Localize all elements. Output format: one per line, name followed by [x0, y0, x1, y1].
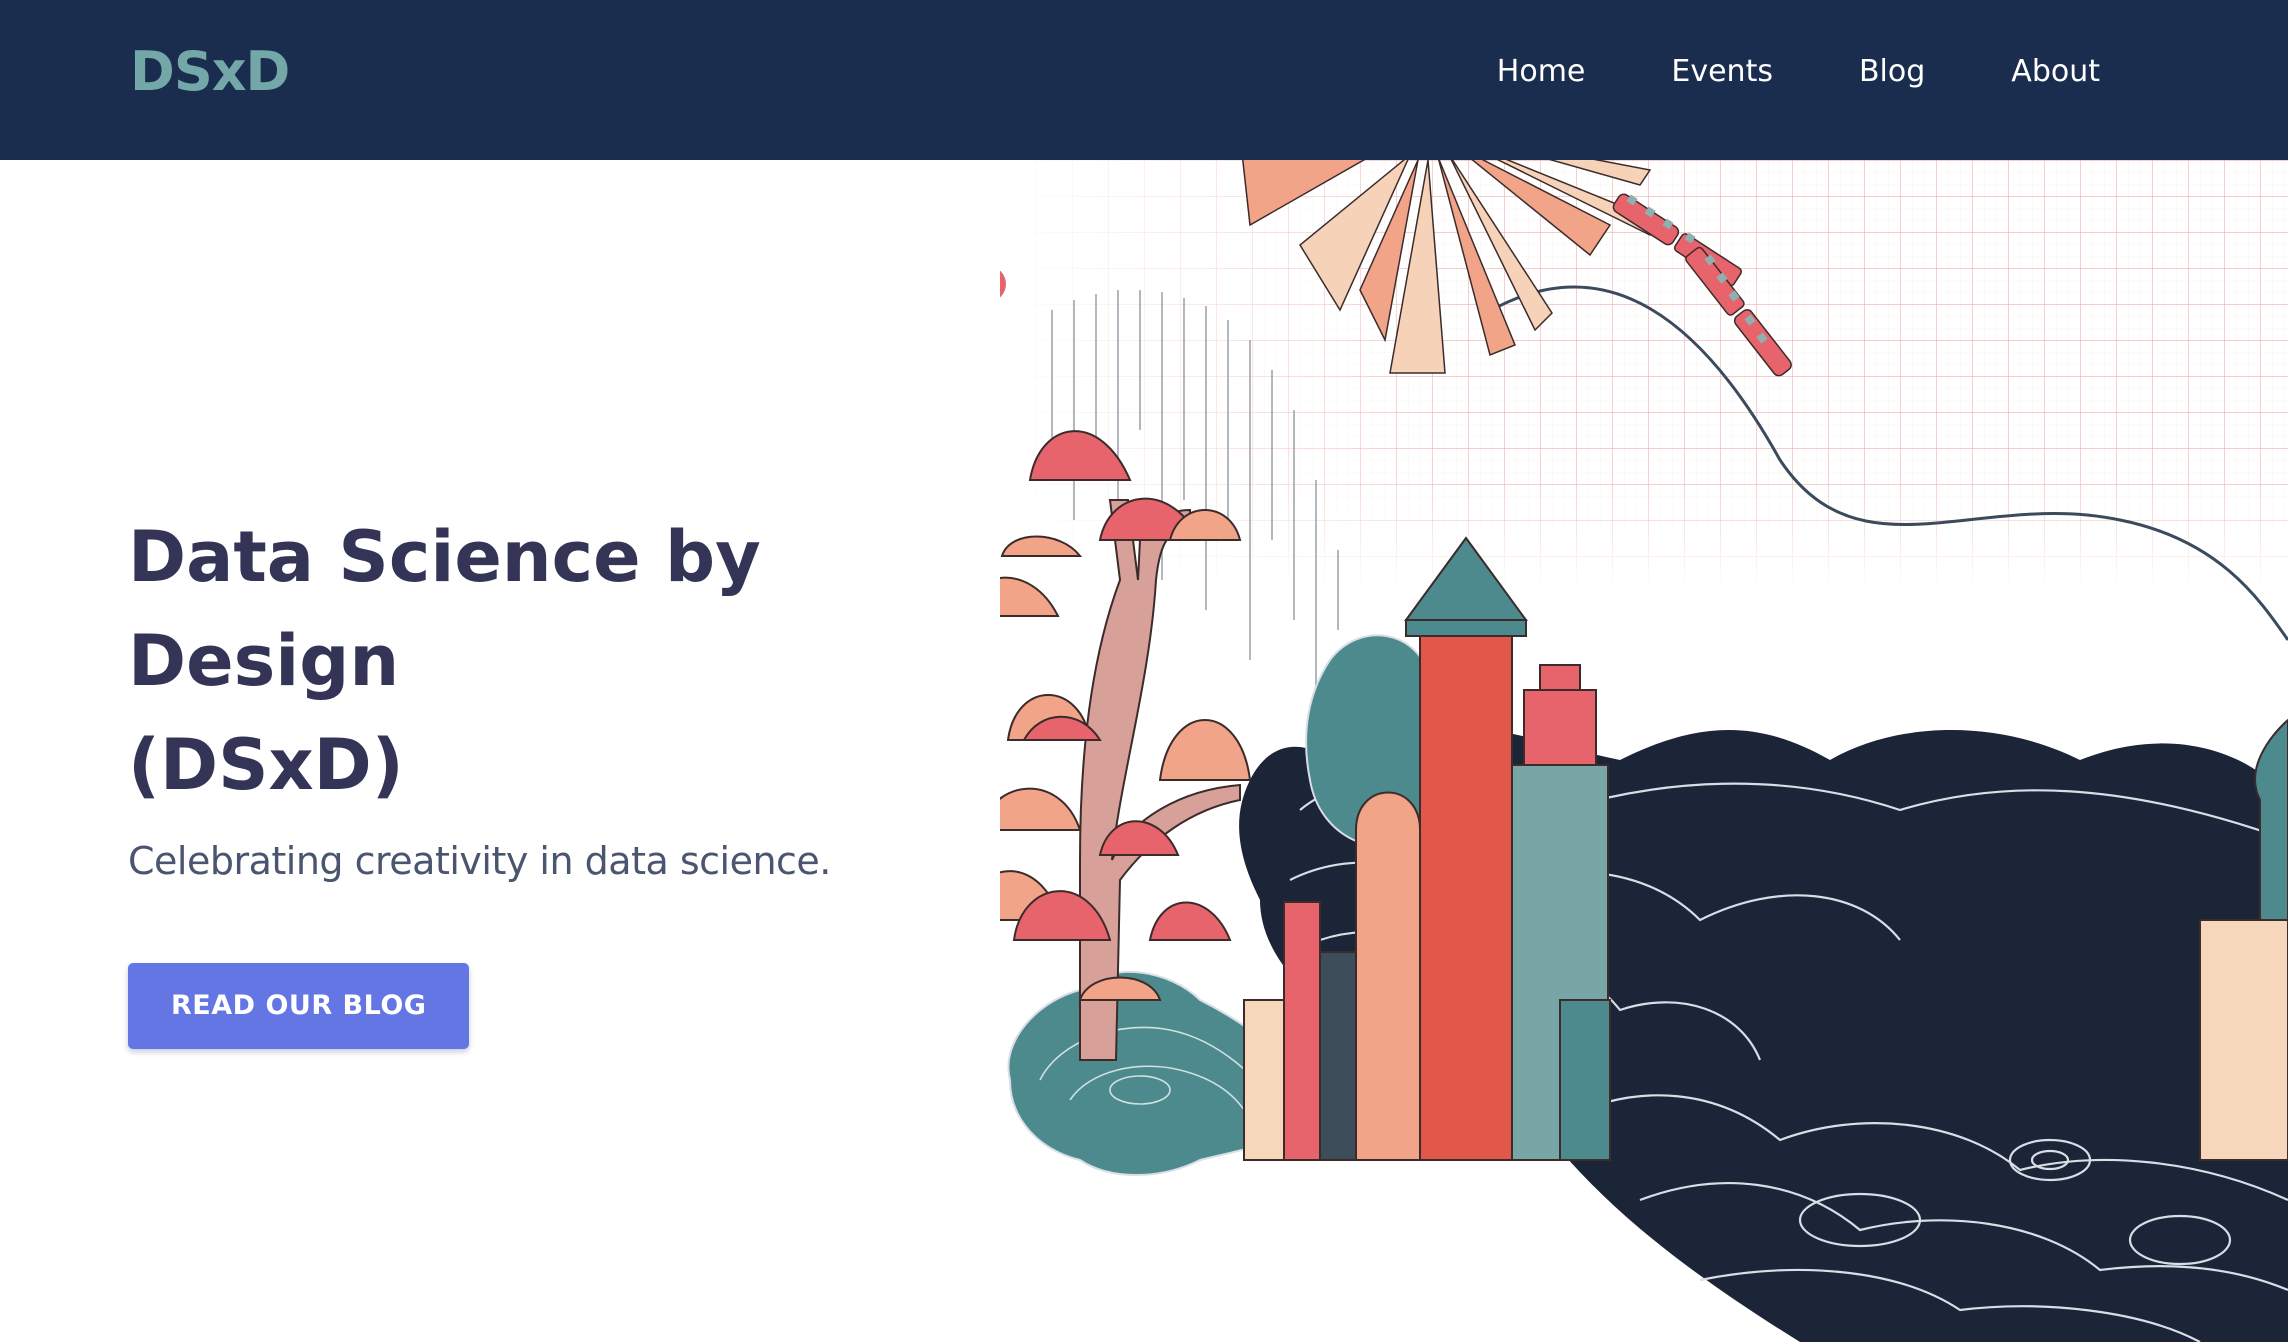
nav-about[interactable]: About [2011, 54, 2100, 89]
page-title: Data Science by Design (DSxD) [128, 505, 1028, 817]
nav-blog[interactable]: Blog [1859, 54, 1925, 89]
nav-home[interactable]: Home [1497, 54, 1586, 89]
hero-illustration [1000, 160, 2288, 1342]
main-nav: Home Events Blog About [1411, 54, 2100, 89]
logo[interactable]: DSxD [130, 40, 290, 103]
page: DSxD Home Events Blog About Data Science… [0, 0, 2288, 1342]
hero-section: Data Science by Design (DSxD) Celebratin… [128, 505, 1028, 1049]
page-title-line-1: Data Science by Design [128, 516, 761, 702]
read-blog-button[interactable]: READ OUR BLOG [128, 963, 470, 1049]
page-title-line-2: (DSxD) [128, 724, 404, 806]
page-subtitle: Celebrating creativity in data science. [128, 839, 831, 883]
nav-events[interactable]: Events [1671, 54, 1773, 89]
site-header: DSxD Home Events Blog About [0, 0, 2288, 160]
